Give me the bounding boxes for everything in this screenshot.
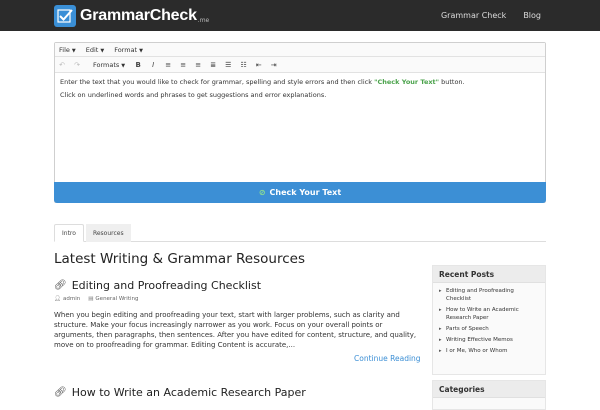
recent-post-label[interactable]: I or Me, Who or Whom bbox=[446, 348, 507, 354]
menu-format-label: Format bbox=[114, 45, 138, 54]
menu-file[interactable]: File ▼ bbox=[59, 46, 76, 54]
recent-post-label[interactable]: How to Write an Academic Research Paper bbox=[446, 307, 519, 321]
menu-edit[interactable]: Edit ▼ bbox=[86, 46, 104, 54]
menu-format[interactable]: Format ▼ bbox=[114, 46, 143, 54]
chevron-right-icon: ▸ bbox=[439, 348, 442, 354]
chevron-right-icon: ▸ bbox=[439, 326, 442, 332]
instruction-text-end: button. bbox=[439, 78, 465, 86]
article-excerpt: When you begin editing and proofreading … bbox=[54, 311, 417, 349]
recent-posts-list: ▸ Editing and Proofreading Checklist ▸ How… bbox=[433, 283, 545, 355]
article-author[interactable]: admin bbox=[63, 296, 80, 302]
undo-icon[interactable]: ↶ bbox=[59, 61, 65, 69]
editor-toolbar: ↶ ↷ Formats ▼ B I ≡ ≡ ≡ ≣ ☰ ☷ ⇤ ⇥ bbox=[55, 57, 545, 73]
categories-widget: Categories bbox=[432, 380, 546, 410]
recent-post-item[interactable]: ▸ Parts of Speech bbox=[439, 325, 539, 333]
text-editor: File ▼ Edit ▼ Format ▼ ↶ ↷ Formats ▼ B I ≡ ≡… bbox=[54, 42, 546, 203]
page-title: Latest Writing & Grammar Resources bbox=[54, 251, 305, 267]
indent-icon[interactable]: ⇥ bbox=[271, 61, 277, 69]
article-title-text[interactable]: How to Write an Academic Research Paper bbox=[72, 386, 306, 399]
redo-icon[interactable]: ↷ bbox=[74, 61, 80, 69]
bold-button[interactable]: B bbox=[135, 61, 141, 69]
link-icon: 🔗︎ bbox=[54, 387, 67, 398]
folder-icon: ▤ bbox=[88, 296, 94, 302]
top-navbar: GrammarCheck .me Grammar Check Blog bbox=[0, 0, 600, 31]
user-icon: 👤︎ bbox=[54, 296, 61, 302]
article-meta: 👤︎ admin ▤ General Writing bbox=[54, 296, 139, 302]
recent-post-item[interactable]: ▸ I or Me, Who or Whom bbox=[439, 347, 539, 355]
editor-instruction-1: Enter the text that you would like to ch… bbox=[60, 78, 540, 87]
recent-post-item[interactable]: ▸ Editing and Proofreading Checklist bbox=[439, 287, 539, 303]
chevron-down-icon: ▼ bbox=[139, 47, 143, 54]
chevron-down-icon: ▼ bbox=[71, 47, 76, 54]
align-justify-icon[interactable]: ≣ bbox=[210, 61, 216, 69]
chevron-down-icon: ▼ bbox=[121, 62, 126, 69]
article-category[interactable]: General Writing bbox=[95, 296, 138, 302]
editor-content[interactable]: Enter the text that you would like to ch… bbox=[55, 73, 545, 181]
numbered-list-icon[interactable]: ☷ bbox=[240, 61, 246, 69]
check-button-label: Check Your Text bbox=[269, 188, 342, 197]
italic-button[interactable]: I bbox=[150, 61, 156, 69]
bullet-list-icon[interactable]: ☰ bbox=[225, 61, 231, 69]
formats-label: Formats bbox=[93, 60, 120, 69]
logo-suffix: .me bbox=[197, 16, 210, 24]
nav-link-grammar-check[interactable]: Grammar Check bbox=[441, 11, 506, 20]
chevron-right-icon: ▸ bbox=[439, 288, 442, 294]
recent-post-item[interactable]: ▸ How to Write an Academic Research Paper bbox=[439, 306, 539, 322]
chevron-right-icon: ▸ bbox=[439, 307, 442, 313]
logo-text: GrammarCheck bbox=[80, 7, 197, 24]
align-center-icon[interactable]: ≡ bbox=[180, 61, 186, 69]
tab-intro[interactable]: Intro bbox=[54, 224, 84, 242]
instruction-highlight: "Check Your Text" bbox=[374, 78, 440, 86]
recent-post-label[interactable]: Parts of Speech bbox=[446, 326, 489, 332]
recent-post-label[interactable]: Writing Effective Memos bbox=[446, 337, 513, 343]
recent-post-label[interactable]: Editing and Proofreading Checklist bbox=[446, 288, 514, 302]
check-circle-icon: ⊘ bbox=[258, 188, 266, 197]
formats-dropdown[interactable]: Formats ▼ bbox=[93, 61, 125, 69]
chevron-right-icon: ▸ bbox=[439, 337, 442, 343]
article-title[interactable]: 🔗︎ Editing and Proofreading Checklist bbox=[54, 279, 261, 292]
align-right-icon[interactable]: ≡ bbox=[195, 61, 201, 69]
nav-link-blog[interactable]: Blog bbox=[523, 11, 541, 20]
menu-edit-label: Edit bbox=[85, 45, 99, 54]
outdent-icon[interactable]: ⇤ bbox=[256, 61, 262, 69]
recent-posts-heading: Recent Posts bbox=[433, 266, 545, 283]
site-logo[interactable]: GrammarCheck .me bbox=[54, 3, 209, 29]
instruction-text: Enter the text that you would like to ch… bbox=[60, 78, 375, 86]
tab-resources[interactable]: Resources bbox=[85, 224, 131, 242]
editor-menubar: File ▼ Edit ▼ Format ▼ bbox=[55, 43, 545, 57]
continue-reading-link[interactable]: Continue Reading bbox=[354, 354, 421, 363]
nav-links: Grammar Check Blog bbox=[424, 0, 541, 31]
recent-posts-widget: Recent Posts ▸ Editing and Proofreading C… bbox=[432, 265, 546, 375]
check-your-text-button[interactable]: ⊘ Check Your Text bbox=[54, 182, 546, 203]
recent-post-item[interactable]: ▸ Writing Effective Memos bbox=[439, 336, 539, 344]
content-tabs: Intro Resources bbox=[54, 224, 546, 242]
article-title-text[interactable]: Editing and Proofreading Checklist bbox=[72, 279, 261, 292]
link-icon: 🔗︎ bbox=[54, 280, 67, 291]
article-title[interactable]: 🔗︎ How to Write an Academic Research Pap… bbox=[54, 386, 306, 399]
align-left-icon[interactable]: ≡ bbox=[165, 61, 171, 69]
menu-file-label: File bbox=[59, 45, 70, 54]
editor-instruction-2: Click on underlined words and phrases to… bbox=[60, 91, 327, 99]
logo-check-icon bbox=[54, 5, 76, 27]
chevron-down-icon: ▼ bbox=[100, 47, 105, 54]
categories-heading: Categories bbox=[433, 381, 545, 398]
